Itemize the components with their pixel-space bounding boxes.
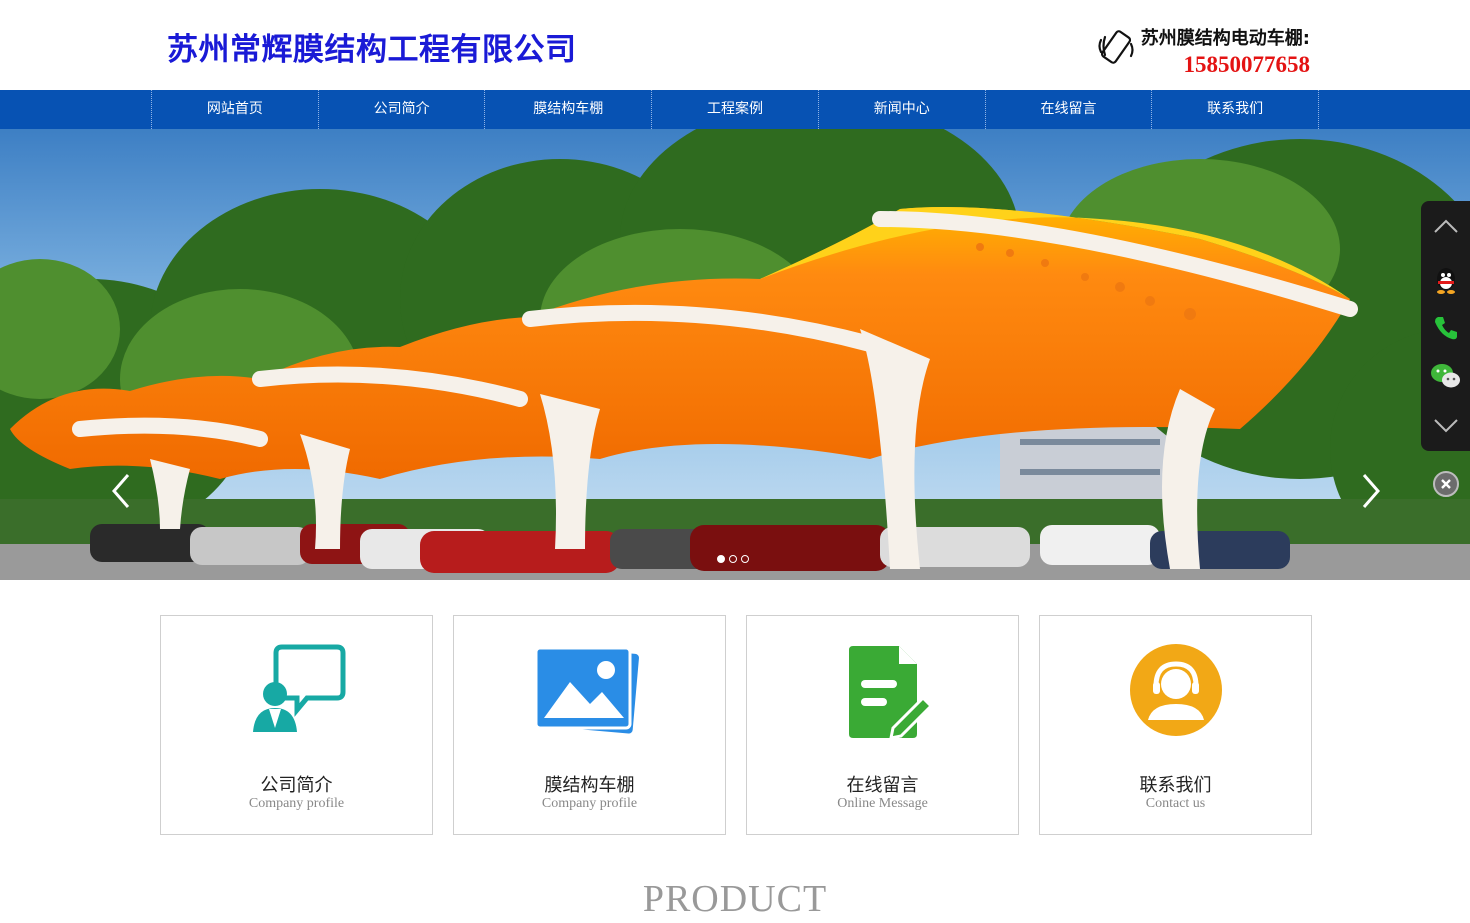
gallery-icon xyxy=(534,646,639,734)
sidebar-close-button[interactable] xyxy=(1433,471,1459,497)
main-nav: 网站首页 公司简介 膜结构车棚 工程案例 新闻中心 在线留言 联系我们 xyxy=(0,90,1470,129)
chevron-down-icon xyxy=(1433,419,1458,433)
slide-indicators xyxy=(717,555,749,563)
mobile-phone-icon xyxy=(1098,30,1134,64)
feature-boxes: 公司简介 Company profile 膜结构车棚 Company profi… xyxy=(160,615,1312,835)
feature-title: 在线留言 xyxy=(846,775,919,796)
feature-title: 膜结构车棚 xyxy=(544,775,635,796)
slide-dot-2[interactable] xyxy=(729,555,737,563)
hero-banner xyxy=(0,129,1470,580)
customer-service-icon xyxy=(1129,644,1222,736)
feature-online-message[interactable]: 在线留言 Online Message xyxy=(746,615,1019,835)
qq-button[interactable] xyxy=(1421,257,1470,303)
nav-item-home[interactable]: 网站首页 xyxy=(152,90,319,129)
feature-carport[interactable]: 膜结构车棚 Company profile xyxy=(453,615,726,835)
message-doc-icon xyxy=(848,646,933,740)
banner-image xyxy=(0,129,1470,580)
phone-button[interactable] xyxy=(1421,305,1470,351)
nav-item-carport[interactable]: 膜结构车棚 xyxy=(485,90,653,129)
header: 苏州常辉膜结构工程有限公司 苏州膜结构电动车棚: 15850077658 xyxy=(0,0,1470,90)
feature-subtitle: Company profile xyxy=(541,796,638,811)
slide-dot-1[interactable] xyxy=(717,555,725,563)
nav-item-cases[interactable]: 工程案例 xyxy=(652,90,819,129)
scroll-down-button[interactable] xyxy=(1421,403,1470,449)
slide-dot-3[interactable] xyxy=(741,555,749,563)
hotline-label: 苏州膜结构电动车棚: xyxy=(1140,28,1310,49)
chevron-up-icon xyxy=(1433,219,1458,233)
nav-item-about[interactable]: 公司简介 xyxy=(319,90,486,129)
feature-contact-us[interactable]: 联系我们 Contact us xyxy=(1039,615,1312,835)
next-slide-button[interactable] xyxy=(1356,469,1386,513)
qq-icon xyxy=(1436,268,1455,294)
close-icon xyxy=(1441,479,1451,489)
scroll-up-button[interactable] xyxy=(1421,203,1470,249)
nav-item-message[interactable]: 在线留言 xyxy=(986,90,1153,129)
feature-subtitle: Online Message xyxy=(837,796,928,811)
wechat-icon xyxy=(1430,364,1460,388)
wechat-button[interactable] xyxy=(1421,353,1470,399)
section-title-product: PRODUCT xyxy=(642,878,828,920)
hotline: 苏州膜结构电动车棚: 15850077658 xyxy=(1141,24,1310,78)
feature-subtitle: Contact us xyxy=(1145,796,1206,811)
feature-subtitle: Company profile xyxy=(248,796,345,811)
nav-item-contact[interactable]: 联系我们 xyxy=(1152,90,1320,129)
phone-icon xyxy=(1434,317,1457,340)
feature-company-profile[interactable]: 公司简介 Company profile xyxy=(160,615,433,835)
floating-sidebar xyxy=(1421,201,1470,451)
hotline-phone[interactable]: 15850077658 xyxy=(1141,52,1311,78)
nav-item-news[interactable]: 新闻中心 xyxy=(819,90,986,129)
site-logo[interactable]: 苏州常辉膜结构工程有限公司 xyxy=(167,24,577,69)
feature-title: 联系我们 xyxy=(1139,775,1212,796)
consult-icon xyxy=(252,644,345,732)
feature-title: 公司简介 xyxy=(260,775,333,796)
prev-slide-button[interactable] xyxy=(106,469,136,513)
